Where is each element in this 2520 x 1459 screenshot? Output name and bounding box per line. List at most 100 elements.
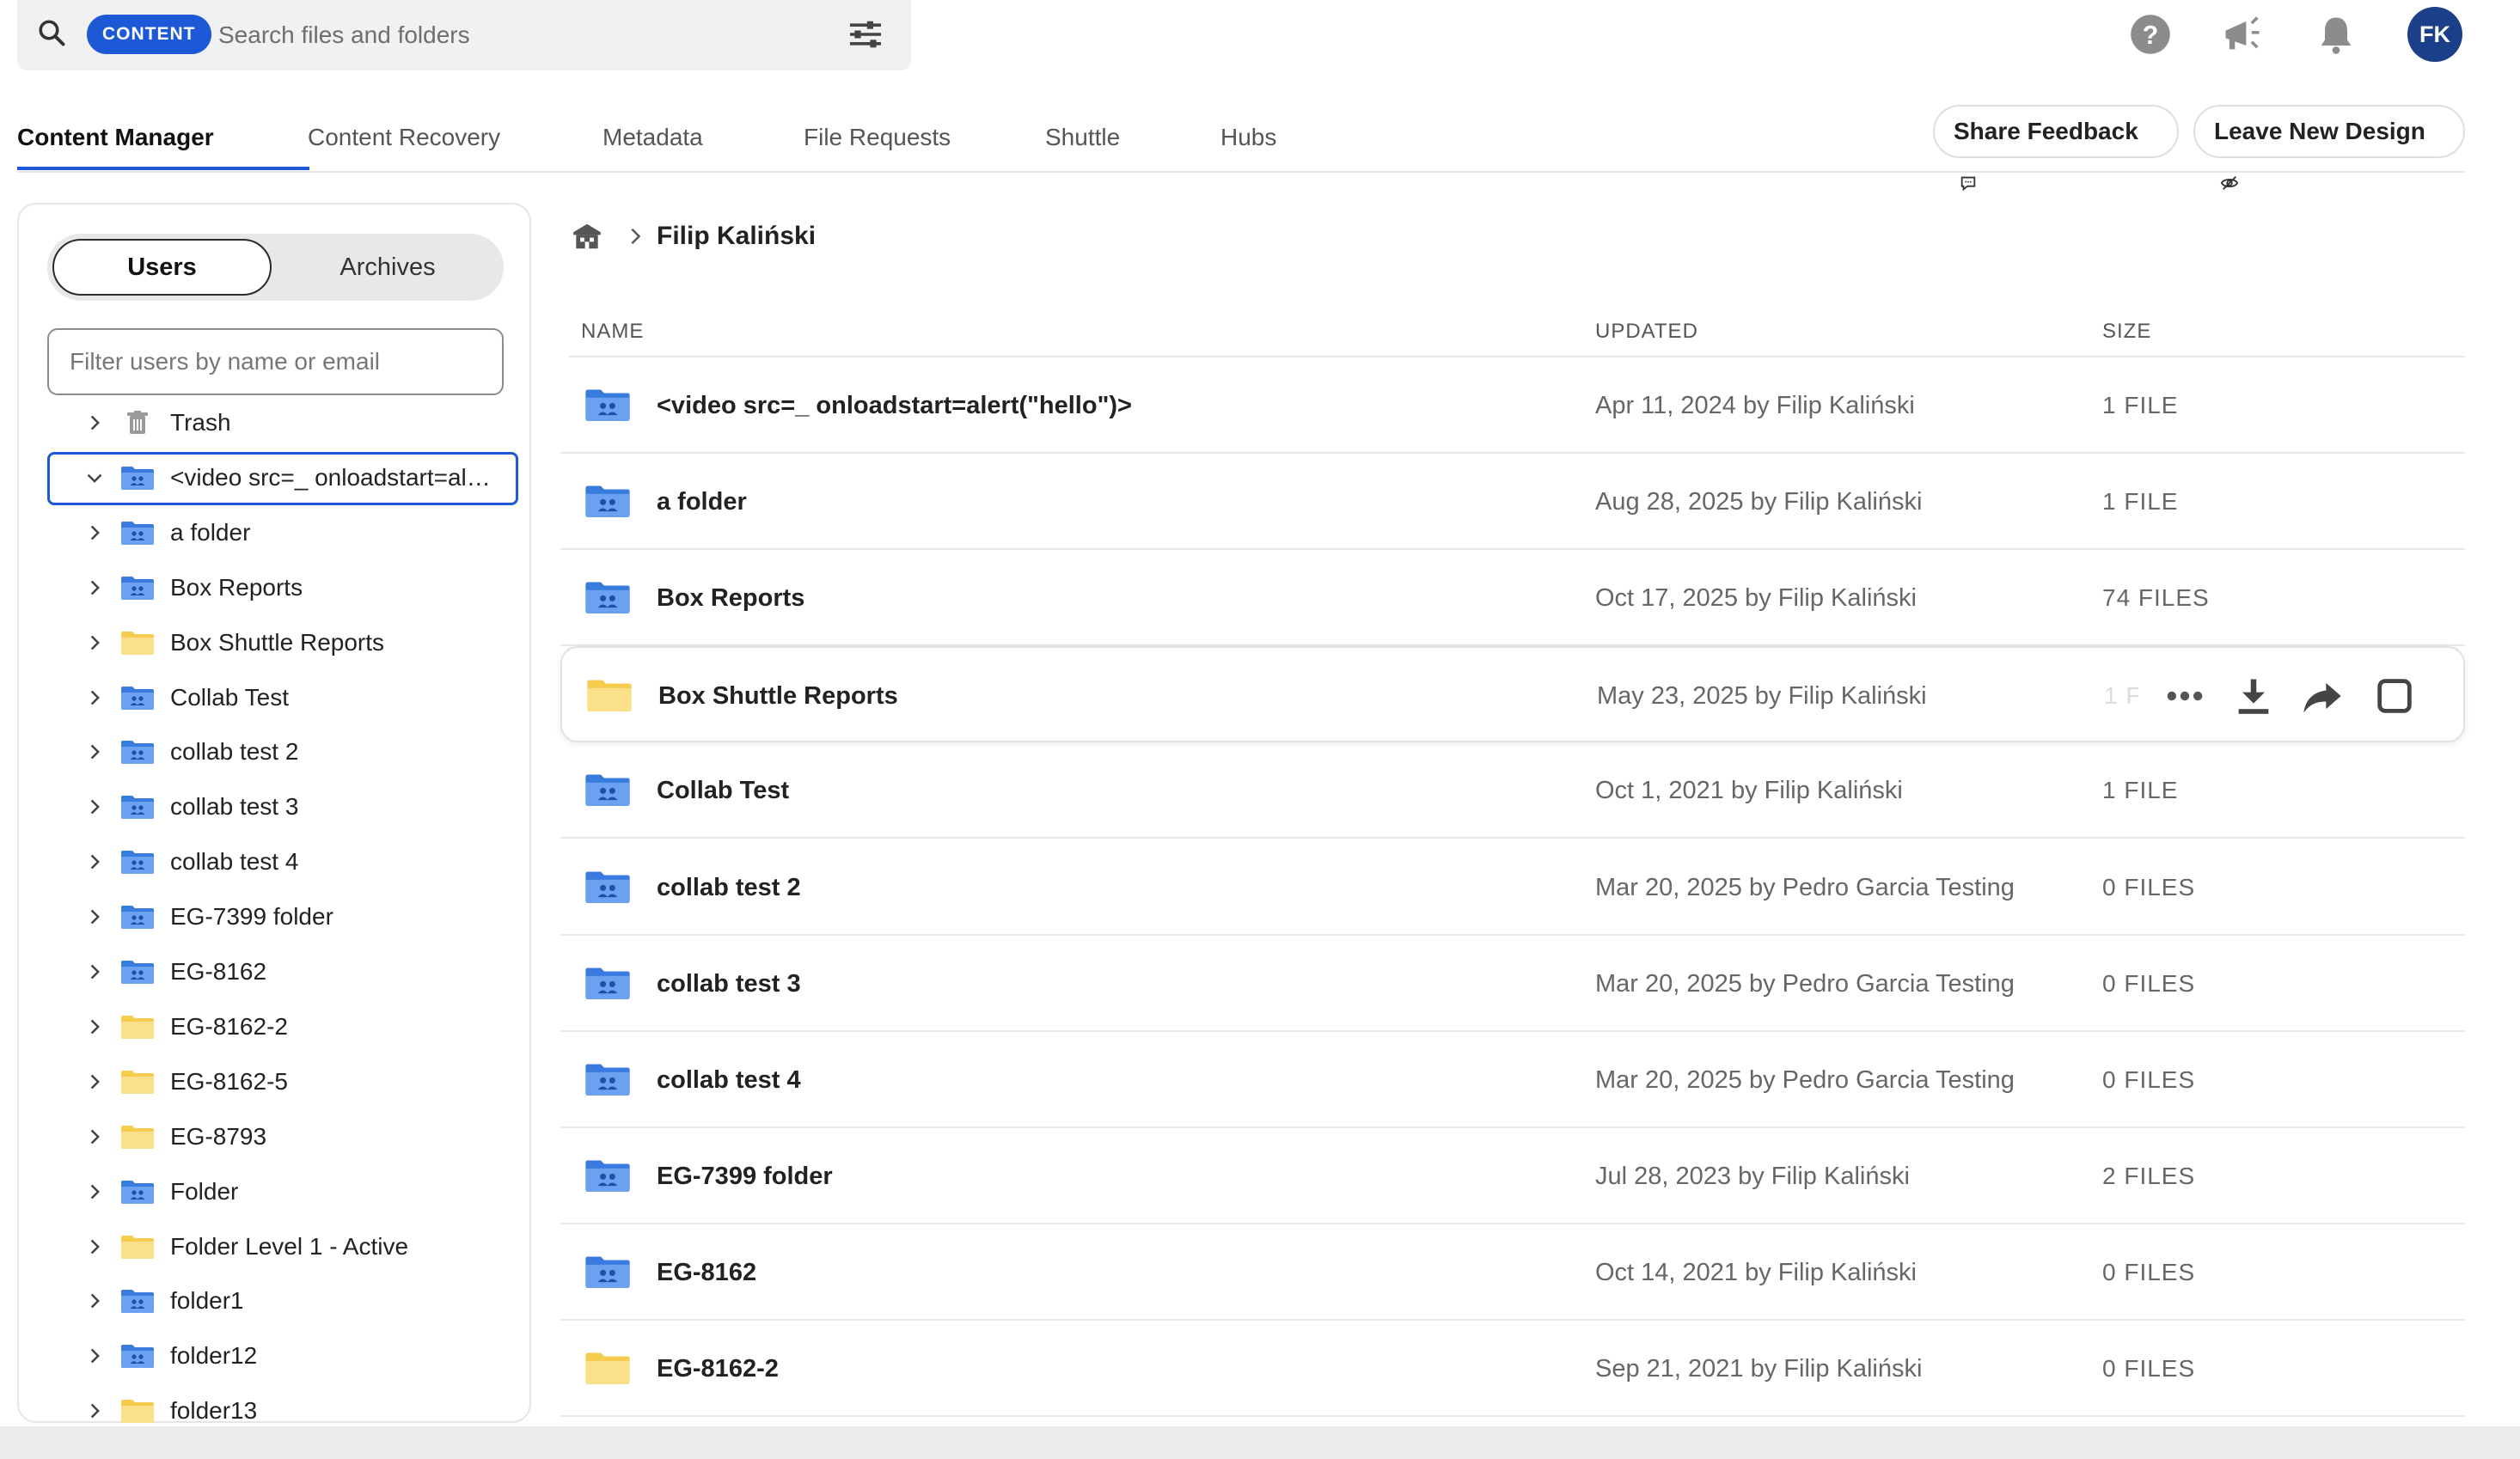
file-name[interactable]: EG-8162 [657,1224,756,1321]
file-row[interactable]: Box Reports Oct 17, 2025 by Filip Kalińsk… [560,550,2465,646]
file-row[interactable]: <video src=_ onloadstart=alert("hello")>… [560,357,2465,454]
select-checkbox[interactable] [2372,674,2417,718]
tree-item-label: EG-8162-5 [170,1068,288,1095]
search-input[interactable] [217,12,822,58]
shared-folder-icon [121,796,154,819]
tree-item[interactable]: Box Shuttle Reports [17,615,529,670]
filter-sliders-icon[interactable] [847,19,884,50]
file-name[interactable]: <video src=_ onloadstart=alert("hello")> [657,357,1132,454]
segment-users[interactable]: Users [52,239,272,296]
column-header-size[interactable]: SIZE [2102,320,2151,344]
eye-off-icon [2220,175,2239,190]
folder-icon [121,1126,154,1149]
announcement-megaphone-icon[interactable] [2220,12,2265,57]
tree-item[interactable]: EG-8162-5 [17,1054,529,1109]
file-name[interactable]: EG-8162-2 [657,1321,779,1417]
column-header-updated[interactable]: UPDATED [1595,320,1698,344]
tree-item[interactable]: folder1 [17,1273,529,1328]
tree-item[interactable]: collab test 4 [17,834,529,889]
share-feedback-button[interactable]: Share Feedback [1933,105,2179,191]
tree-item[interactable]: EG-7399 folder [17,889,529,944]
shared-folder-icon [121,1290,154,1313]
folder-icon [587,680,632,711]
chevron-right-icon[interactable] [86,689,103,706]
tree-item[interactable]: collab test 2 [17,724,529,779]
chevron-right-icon[interactable] [86,798,103,815]
tree-item[interactable]: EG-8793 [17,1109,529,1164]
shared-folder-icon [121,687,154,710]
segment-archives[interactable]: Archives [277,239,498,296]
tab-content-recovery[interactable]: Content Recovery [308,120,500,172]
tree-item[interactable]: Box Reports [17,560,529,615]
tree-item-label: <video src=_ onloadstart=alert("hello")> [170,464,497,491]
tree-item[interactable]: EG-8162-2 [17,999,529,1054]
chevron-right-icon[interactable] [86,634,103,651]
tree-item[interactable]: Folder Level 1 - Active [17,1219,529,1274]
file-updated: May 23, 2025 by Filip Kaliński [1597,682,1927,710]
home-icon[interactable] [571,220,603,253]
file-row[interactable]: collab test 4 Mar 20, 2025 by Pedro Garci… [560,1032,2465,1128]
tree-item[interactable]: Collab Test [17,670,529,725]
chevron-right-icon[interactable] [86,524,103,541]
shared-folder-icon [585,1064,630,1096]
filter-users-input[interactable] [47,328,504,395]
user-avatar[interactable]: FK [2407,7,2462,62]
file-row[interactable]: EG-8162 Oct 14, 2021 by Filip Kaliński 0 F… [560,1224,2465,1321]
tree-item[interactable]: a folder [17,505,529,560]
active-tab-indicator [17,167,309,170]
chevron-right-icon[interactable] [86,743,103,760]
file-row[interactable]: collab test 2 Mar 20, 2025 by Pedro Garci… [560,839,2465,936]
tree-item[interactable]: folder13 [17,1383,529,1425]
tree-item[interactable]: folder12 [17,1328,529,1383]
file-name[interactable]: Box Shuttle Reports [658,648,898,744]
file-row[interactable]: Collab Test Oct 1, 2021 by Filip Kaliński… [560,742,2465,839]
chevron-right-icon[interactable] [86,1018,103,1035]
tree-item[interactable]: EG-8162 [17,944,529,999]
file-name[interactable]: EG-7399 folder [657,1128,833,1224]
tree-item-label: Trash [170,409,231,436]
file-name[interactable]: collab test 4 [657,1032,801,1128]
file-name[interactable]: a folder [657,454,747,550]
help-icon[interactable]: ? [2128,12,2173,57]
tab-metadata[interactable]: Metadata [602,120,703,172]
file-name[interactable]: Collab Test [657,742,789,839]
search-icon[interactable] [36,17,67,48]
tab-content-manager[interactable]: Content Manager [17,120,214,172]
chevron-right-icon[interactable] [86,1128,103,1145]
tree-item[interactable]: Folder [17,1164,529,1219]
share-icon[interactable] [2300,674,2345,718]
chevron-right-icon[interactable] [86,1183,103,1200]
more-options-icon[interactable] [2162,674,2207,718]
chevron-right-icon[interactable] [86,1073,103,1090]
tree-item-label: EG-7399 folder [170,903,333,930]
file-row[interactable]: EG-7399 folder Jul 28, 2023 by Filip Kali… [560,1128,2465,1224]
tab-hubs[interactable]: Hubs [1220,120,1276,172]
file-row[interactable]: a folder Aug 28, 2025 by Filip Kaliński 1 … [560,454,2465,550]
tab-file-requests[interactable]: File Requests [804,120,951,172]
notifications-bell-icon[interactable] [2314,12,2358,57]
chevron-right-icon[interactable] [86,963,103,980]
chevron-right-icon[interactable] [86,1347,103,1364]
tree-item[interactable]: collab test 3 [17,779,529,834]
chevron-right-icon[interactable] [86,1292,103,1309]
tree-item[interactable]: <video src=_ onloadstart=alert("hello")> [17,450,529,505]
chevron-right-icon[interactable] [86,853,103,870]
search-scope-badge[interactable]: CONTENT [87,15,211,54]
tab-shuttle[interactable]: Shuttle [1045,120,1120,172]
download-icon[interactable] [2231,674,2276,718]
leave-new-design-button[interactable]: Leave New Design [2193,105,2465,190]
file-name[interactable]: collab test 3 [657,936,801,1032]
chevron-right-icon[interactable] [86,414,103,431]
chevron-down-icon[interactable] [86,469,103,486]
file-name[interactable]: collab test 2 [657,839,801,936]
file-row[interactable]: collab test 3 Mar 20, 2025 by Pedro Garci… [560,936,2465,1032]
chevron-right-icon[interactable] [86,908,103,925]
chevron-right-icon[interactable] [86,579,103,596]
column-header-name[interactable]: NAME [581,320,644,344]
chevron-right-icon[interactable] [86,1402,103,1419]
tree-item[interactable]: Trash [17,395,529,450]
chevron-right-icon[interactable] [86,1238,103,1255]
file-row[interactable]: Box Shuttle Reports May 23, 2025 by Filip… [560,646,2465,742]
file-name[interactable]: Box Reports [657,550,804,646]
file-row[interactable]: EG-8162-2 Sep 21, 2021 by Filip Kaliński 0… [560,1321,2465,1417]
